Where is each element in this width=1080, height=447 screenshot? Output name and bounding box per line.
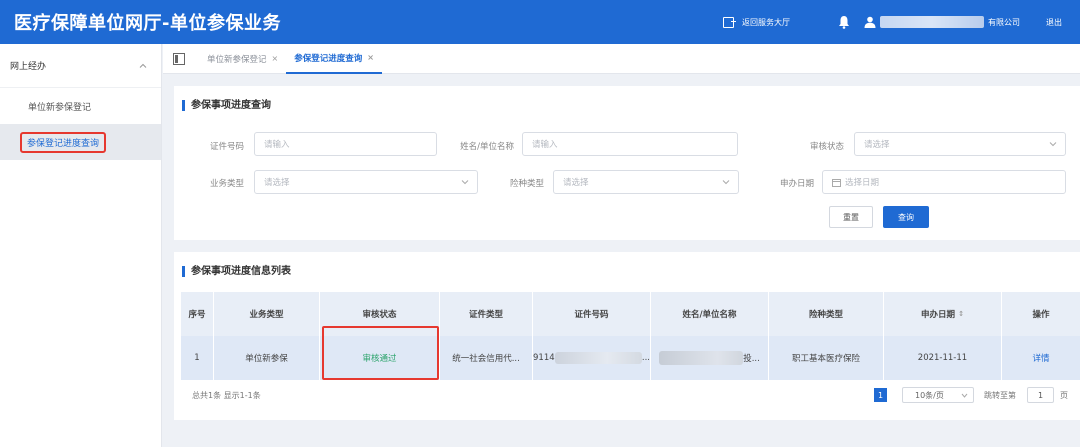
chevron-down-icon	[961, 393, 968, 398]
return-hall-button[interactable]: 返回服务大厅	[723, 16, 790, 28]
name-input[interactable]: 请输入	[522, 132, 738, 156]
query-panel-title: 参保事项进度查询	[182, 100, 271, 111]
jump-label: 跳转至第	[984, 391, 1016, 400]
column-header: 证件类型	[440, 292, 533, 336]
cell-index: 1	[181, 336, 214, 380]
sidebar-item-label: 单位新参保登记	[28, 102, 92, 113]
return-hall-label: 返回服务大厅	[742, 17, 790, 27]
detail-link[interactable]: 详情	[1002, 336, 1080, 380]
sort-icon: ↕	[958, 310, 964, 318]
biz-type-label: 业务类型	[209, 179, 244, 189]
user-menu[interactable]: 有限公司	[864, 16, 1020, 28]
user-icon	[864, 16, 876, 28]
cell-apply-date: 2021-11-11	[884, 336, 1002, 380]
name-redacted	[659, 351, 744, 365]
bell-icon[interactable]	[838, 15, 850, 29]
name-label: 姓名/单位名称	[460, 142, 514, 152]
tab-label: 单位新参保登记	[207, 54, 267, 65]
id-no-redacted	[554, 352, 642, 364]
apply-date-placeholder: 选择日期	[845, 178, 880, 188]
company-suffix: 有限公司	[988, 17, 1020, 27]
insurance-type-label: 险种类型	[509, 179, 544, 189]
logout-button[interactable]: 退出	[1046, 17, 1062, 28]
column-header-sortable[interactable]: 申办日期 ↕	[884, 292, 1002, 336]
cell-biz-type: 单位新参保	[214, 336, 320, 380]
list-panel-title: 参保事项进度信息列表	[182, 266, 291, 277]
chevron-up-icon	[139, 63, 147, 68]
column-header: 险种类型	[769, 292, 884, 336]
column-header: 姓名/单位名称	[651, 292, 769, 336]
sidebar: 网上经办 单位新参保登记 参保登记进度查询	[0, 44, 162, 447]
id-no-suffix: ...	[641, 353, 650, 363]
id-no-placeholder: 请输入	[264, 140, 290, 150]
chevron-down-icon	[461, 180, 469, 185]
id-no-input[interactable]: 请输入	[254, 132, 437, 156]
top-header: 医疗保障单位网厅-单位参保业务 返回服务大厅 有限公司 退出	[0, 0, 1080, 44]
sidebar-group-label: 网上经办	[10, 62, 47, 72]
id-no-prefix: 9114	[533, 353, 555, 363]
query-panel: 参保事项进度查询 证件号码 请输入 姓名/单位名称 请输入 审核状态 请选择 业…	[174, 86, 1080, 240]
chevron-down-icon	[1049, 142, 1057, 147]
cell-id-no: 9114 ...	[533, 336, 651, 380]
name-placeholder: 请输入	[532, 140, 558, 150]
cell-insurance-type: 职工基本医疗保险	[769, 336, 884, 380]
biz-type-placeholder: 请选择	[264, 178, 290, 188]
query-button[interactable]: 查询	[883, 206, 929, 228]
exit-icon	[723, 16, 736, 28]
page-size-select[interactable]: 10条/页	[902, 387, 974, 403]
audit-status-label: 审核状态	[809, 142, 844, 152]
cell-id-type: 统一社会信用代...	[440, 336, 533, 380]
jump-unit: 页	[1060, 391, 1068, 400]
column-header: 业务类型	[214, 292, 320, 336]
column-header-label: 申办日期	[921, 310, 956, 320]
tab-bar: 单位新参保登记 × 参保登记进度查询 ×	[163, 44, 1080, 74]
reset-button[interactable]: 重置	[829, 206, 873, 228]
page-button-current[interactable]: 1	[874, 388, 887, 402]
jump-page-input[interactable]: 1	[1027, 387, 1054, 403]
name-suffix: 投...	[743, 354, 760, 364]
pagination: 总共1条 显示1-1条 1 10条/页 跳转至第 1 页	[174, 382, 1080, 408]
table-row: 1 单位新参保 审核通过 统一社会信用代... 9114 ... 投... 职工…	[181, 336, 1080, 380]
id-no-label: 证件号码	[209, 142, 244, 152]
apply-date-picker[interactable]: 选择日期	[822, 170, 1066, 194]
column-header: 证件号码	[533, 292, 651, 336]
column-header: 操作	[1032, 310, 1050, 320]
app-title: 医疗保障单位网厅-单位参保业务	[14, 13, 281, 34]
pagination-summary: 总共1条 显示1-1条	[192, 391, 261, 400]
column-header: 序号	[181, 292, 214, 336]
tab-label: 参保登记进度查询	[294, 53, 363, 64]
cell-name: 投...	[651, 336, 769, 380]
audit-status-select[interactable]: 请选择	[854, 132, 1066, 156]
sidebar-group-online[interactable]: 网上经办	[0, 44, 161, 88]
status-highlight-box	[322, 326, 439, 380]
close-icon[interactable]: ×	[367, 53, 374, 62]
sidebar-item-label: 参保登记进度查询	[20, 131, 107, 153]
sidebar-item-progress-query[interactable]: 参保登记进度查询	[0, 124, 161, 160]
chevron-down-icon	[722, 180, 730, 185]
insurance-type-select[interactable]: 请选择	[553, 170, 739, 194]
insurance-type-placeholder: 请选择	[563, 178, 589, 188]
tab-new-registration[interactable]: 单位新参保登记 ×	[199, 44, 286, 74]
collapse-sidebar-icon[interactable]	[173, 52, 185, 65]
tab-progress-query[interactable]: 参保登记进度查询 ×	[286, 44, 382, 74]
table-header: 序号 业务类型 审核状态 证件类型 证件号码 姓名/单位名称 险种类型 申办日期…	[181, 292, 1080, 336]
apply-date-label: 申办日期	[779, 179, 814, 189]
biz-type-select[interactable]: 请选择	[254, 170, 478, 194]
progress-table: 序号 业务类型 审核状态 证件类型 证件号码 姓名/单位名称 险种类型 申办日期…	[181, 292, 1080, 380]
header-actions: 返回服务大厅 有限公司 退出	[723, 0, 1080, 44]
audit-status-placeholder: 请选择	[864, 140, 890, 150]
username-redacted	[880, 16, 984, 28]
close-icon[interactable]: ×	[272, 54, 279, 63]
list-panel: 参保事项进度信息列表 序号 业务类型 审核状态 证件类型 证件号码 姓名/单位名…	[174, 252, 1080, 420]
calendar-icon	[832, 178, 841, 187]
page-size-value: 10条/页	[915, 390, 944, 400]
sidebar-item-new-registration[interactable]: 单位新参保登记	[0, 88, 161, 124]
